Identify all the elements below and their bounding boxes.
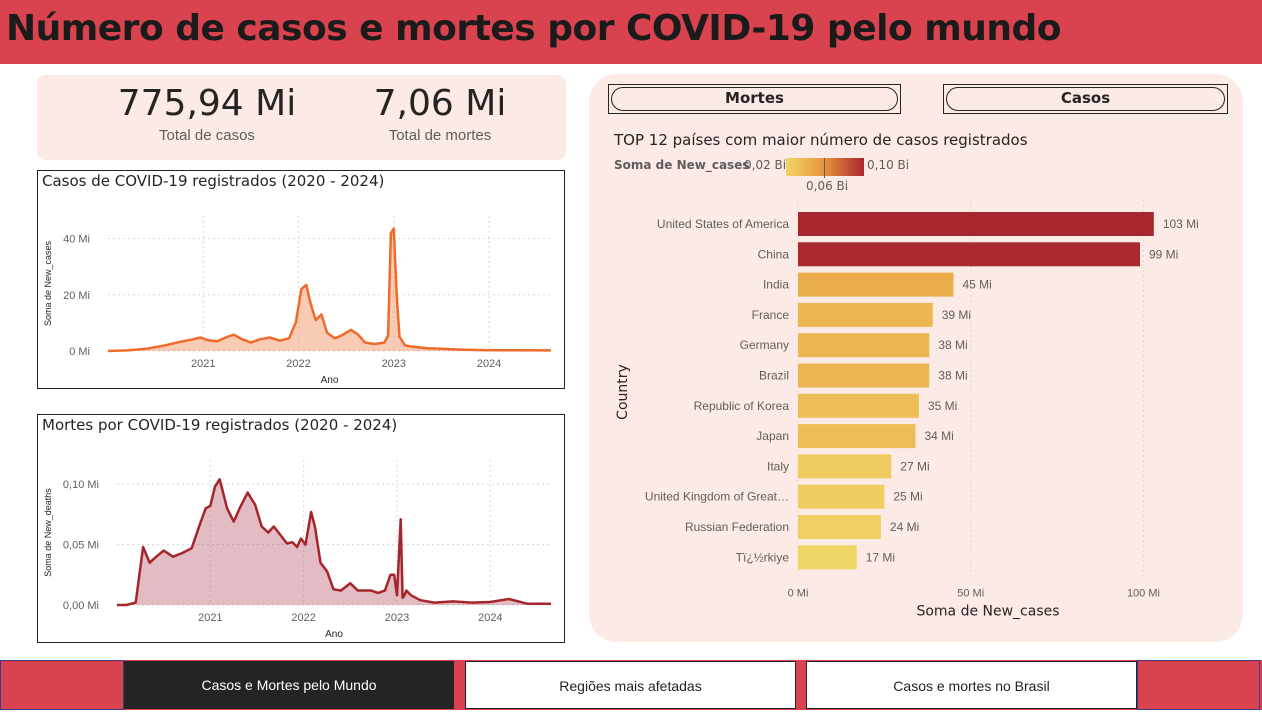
cases-ytick-label: 40 Mi [63, 234, 90, 246]
page-header: Número de casos e mortes por COVID-19 pe… [0, 0, 1262, 64]
deaths-xtick-label: 2021 [198, 612, 222, 624]
nav-button-world[interactable]: Casos e Mortes pelo Mundo [124, 661, 454, 709]
bar-value-label: 39 Mi [942, 308, 971, 322]
bar[interactable] [798, 363, 930, 388]
bar-category-label: United Kingdom of Great… [645, 490, 789, 504]
legend-mid-label: 0,06 Bi [806, 179, 849, 193]
cases-area [108, 228, 551, 351]
bar[interactable] [798, 272, 954, 297]
cases-xtick-label: 2022 [286, 358, 310, 370]
deaths-x-axis-title: Ano [325, 629, 343, 640]
deaths-line-chart[interactable]: 0,00 Mi 0,05 Mi 0,10 Mi 2021 2022 2023 2024 Ano… [37, 414, 565, 643]
bar-value-label: 38 Mi [938, 369, 967, 383]
bar-value-label: 35 Mi [928, 399, 957, 413]
kpi-card: 775,94 Mi Total de casos 7,06 Mi Total d… [37, 75, 566, 160]
deaths-toggle-button[interactable]: Mortes [608, 84, 901, 114]
bars-xtick-label: 100 Mi [1127, 588, 1160, 600]
deaths-toggle-label: Mortes [611, 87, 898, 111]
kpi-total-cases-value: 775,94 Mi [117, 83, 297, 124]
bar[interactable] [798, 242, 1140, 267]
bar-value-label: 24 Mi [890, 520, 919, 534]
bar[interactable] [798, 302, 933, 327]
deaths-area [117, 479, 551, 605]
cases-x-axis-title: Ano [321, 375, 339, 386]
nav-button-regions[interactable]: Regiões mais afetadas [465, 661, 796, 709]
bar-category-label: France [752, 308, 790, 322]
bar-value-label: 34 Mi [924, 429, 953, 443]
cases-chart-title: Casos de COVID-19 registrados (2020 - 20… [42, 172, 385, 190]
deaths-xtick-label: 2023 [385, 612, 409, 624]
deaths-chart-title: Mortes por COVID-19 registrados (2020 - … [42, 416, 398, 434]
deaths-ytick-label: 0,05 Mi [63, 540, 99, 552]
cases-series-line [107, 227, 552, 353]
cases-toggle-button[interactable]: Casos [943, 84, 1228, 114]
bar[interactable] [798, 333, 930, 358]
cases-ytick-label: 0 Mi [69, 346, 90, 358]
kpi-total-deaths-label: Total de mortes [388, 127, 492, 144]
cases-chart-svg: 0 Mi 20 Mi 40 Mi 2021 2022 2023 2024 Ano Soma de… [43, 216, 552, 386]
cases-toggle-label: Casos [946, 87, 1225, 111]
nav-button-brazil[interactable]: Casos e mortes no Brasil [806, 661, 1137, 709]
bar-value-label: 103 Mi [1163, 217, 1199, 231]
cases-xtick-label: 2024 [477, 358, 501, 370]
bar-value-label: 45 Mi [962, 278, 991, 292]
kpi-total-cases: 775,94 Mi Total de casos [107, 83, 307, 144]
bar[interactable] [798, 454, 892, 479]
bar-category-label: Republic of Korea [694, 399, 790, 413]
legend-min-label: 0,02 Bi [744, 158, 787, 172]
cases-y-axis-title: Soma de New_cases [43, 240, 53, 326]
bars-xtick-label: 0 Mi [788, 588, 809, 600]
bar-value-label: 17 Mi [866, 550, 895, 564]
legend-mid-marker [824, 158, 825, 178]
legend-max-label: 0,10 Bi [867, 158, 910, 172]
bar-value-label: 27 Mi [900, 459, 929, 473]
cases-xtick-label: 2023 [382, 358, 406, 370]
kpi-total-cases-label: Total de casos [159, 127, 255, 144]
deaths-ytick-label: 0,10 Mi [63, 479, 99, 491]
bar-category-label: Russian Federation [685, 520, 789, 534]
bar[interactable] [798, 545, 857, 570]
bar-category-label: Brazil [759, 369, 789, 383]
bar-value-label: 99 Mi [1149, 247, 1178, 261]
bar-category-label: United States of America [657, 217, 789, 231]
bar[interactable] [798, 393, 919, 418]
bar-value-label: 38 Mi [938, 338, 967, 352]
bar[interactable] [798, 515, 881, 539]
bar-category-label: China [758, 247, 790, 261]
bar[interactable] [798, 424, 916, 449]
nav-edge-right [1137, 660, 1260, 710]
deaths-y-axis-title: Soma de New_deaths [43, 488, 53, 577]
legend-gradient [786, 158, 864, 176]
kpi-total-deaths-value: 7,06 Mi [373, 83, 507, 124]
bars-xtick-label: 50 Mi [957, 588, 984, 600]
cases-line-chart[interactable]: 0 Mi 20 Mi 40 Mi 2021 2022 2023 2024 Ano Soma de… [37, 170, 565, 389]
deaths-xtick-label: 2022 [291, 612, 315, 624]
kpi-total-deaths: 7,06 Mi Total de mortes [340, 83, 540, 144]
bar-category-label: Tï¿½rkiye [736, 550, 790, 564]
bar[interactable] [798, 484, 885, 509]
page-title: Número de casos e mortes por COVID-19 pe… [6, 8, 1062, 49]
bars-y-axis-title: Country [615, 364, 631, 420]
cases-xtick-label: 2021 [191, 358, 215, 370]
nav-edge-left [0, 660, 124, 710]
bar-category-label: Italy [767, 459, 789, 473]
bar-category-label: India [763, 278, 789, 292]
legend-title: Soma de New_cases [614, 158, 750, 172]
bars-x-axis-title: Soma de New_cases [916, 604, 1059, 620]
bar-value-label: 25 Mi [893, 490, 922, 504]
deaths-chart-svg: 0,00 Mi 0,05 Mi 0,10 Mi 2021 2022 2023 2024 Ano… [43, 460, 551, 640]
deaths-ytick-label: 0,00 Mi [63, 600, 99, 612]
cases-ytick-label: 20 Mi [63, 290, 90, 302]
bar-category-label: Japan [756, 429, 789, 443]
top-countries-bar-chart[interactable]: 0 Mi 50 Mi 100 Mi United States of America 1… [589, 200, 1243, 630]
bar[interactable] [798, 212, 1154, 236]
bar-category-label: Germany [740, 338, 789, 352]
deaths-xtick-label: 2024 [478, 612, 502, 624]
color-legend: Soma de New_cases 0,02 Bi 0,10 Bi 0,06 B… [614, 158, 944, 198]
bar-chart-title: TOP 12 países com maior número de casos … [614, 131, 1028, 149]
